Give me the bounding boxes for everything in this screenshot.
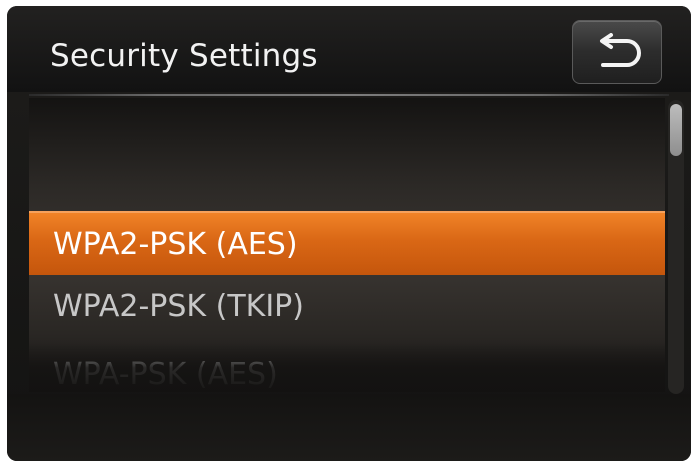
list-item-wpa2-psk-aes[interactable]: WPA2-PSK (AES) — [29, 211, 665, 275]
back-button[interactable] — [572, 20, 662, 84]
page-title: Security Settings — [50, 38, 318, 74]
footer — [7, 394, 691, 461]
list-item-wpa2-psk-tkip[interactable]: WPA2-PSK (TKIP) — [29, 278, 665, 336]
scrollbar[interactable] — [668, 100, 684, 394]
scrollbar-thumb[interactable] — [670, 104, 682, 156]
return-arrow-icon — [600, 33, 641, 67]
camera-screen: Security Settings WPA2-PSK (AES) WPA2-PS… — [7, 6, 691, 461]
list-item-empty[interactable] — [29, 150, 665, 208]
security-options-list: WPA2-PSK (AES) WPA2-PSK (TKIP) WPA-PSK (… — [29, 98, 665, 392]
header: Security Settings — [7, 6, 691, 92]
list-item-wpa-psk-aes[interactable]: WPA-PSK (AES) — [29, 346, 665, 392]
header-divider — [29, 94, 669, 96]
